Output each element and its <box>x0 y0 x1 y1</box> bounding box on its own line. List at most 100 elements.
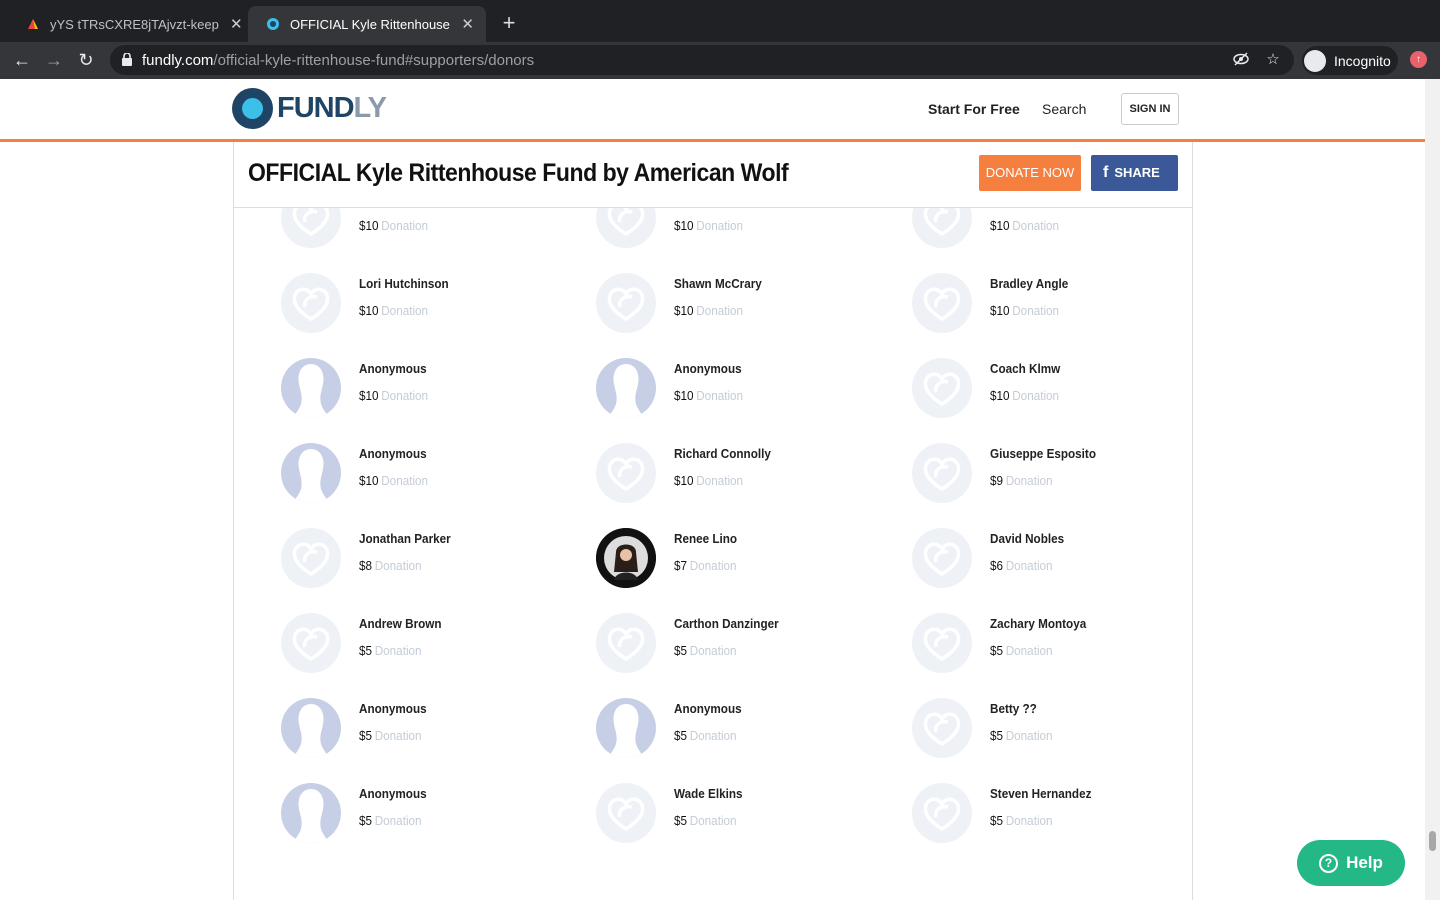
donor-name: Andrew Brown <box>359 616 442 631</box>
donor-name: Giuseppe Esposito <box>990 446 1096 461</box>
bookmark-star-icon[interactable]: ☆ <box>1264 51 1282 69</box>
back-arrow-icon[interactable]: ← <box>11 49 33 71</box>
anonymous-avatar-icon <box>281 783 341 843</box>
incognito-label: Incognito <box>1334 52 1391 69</box>
donor-name: Steven Hernandez <box>990 786 1092 801</box>
donor-name: Jonathan Parker <box>359 531 451 546</box>
donate-now-button[interactable]: DONATE NOW <box>979 155 1081 191</box>
donation-amount: $5 Donation <box>674 728 737 743</box>
donor-name: Anonymous <box>674 361 742 376</box>
address-bar[interactable]: fundly.com/official-kyle-rittenhouse-fun… <box>110 45 1294 75</box>
page-scrollbar[interactable] <box>1425 79 1440 900</box>
donor-name: Betty ?? <box>990 701 1037 716</box>
donation-amount: $7 Donation <box>674 558 737 573</box>
tab-close-icon[interactable]: ✕ <box>461 15 474 33</box>
donor-card: Anonymous $5 Donation <box>281 698 581 778</box>
donor-card: Betty ?? $5 Donation <box>912 698 1192 778</box>
default-heart-avatar-icon <box>281 273 341 333</box>
site-header: FUNDLY Start For Free Search SIGN IN <box>0 79 1425 142</box>
search-link[interactable]: Search <box>1042 101 1086 117</box>
url-text: fundly.com/official-kyle-rittenhouse-fun… <box>142 52 535 69</box>
browser-tab-inactive[interactable]: yYS tTRsCXRE8jTAjvzt-keep | F ✕ <box>8 6 255 42</box>
help-button[interactable]: ? Help <box>1297 840 1405 886</box>
tab-title: OFFICIAL Kyle Rittenhouse Fun <box>290 16 451 32</box>
browser-toolbar: ← → ↻ fundly.com/official-kyle-rittenhou… <box>0 42 1440 79</box>
donation-amount: $10Donation <box>674 388 744 403</box>
donation-amount: $5 Donation <box>990 728 1053 743</box>
browser-tab-active[interactable]: OFFICIAL Kyle Rittenhouse Fun ✕ <box>248 6 486 42</box>
donation-amount: $10Donation <box>674 218 744 233</box>
campaign-bar: OFFICIAL Kyle Rittenhouse Fund by Americ… <box>234 142 1192 208</box>
incognito-indicator[interactable]: Incognito <box>1302 46 1398 75</box>
eye-off-icon[interactable] <box>1232 51 1250 69</box>
default-heart-avatar-icon <box>912 443 972 503</box>
browser-tab-bar: yYS tTRsCXRE8jTAjvzt-keep | F ✕ OFFICIAL… <box>0 0 1440 42</box>
default-heart-avatar-icon <box>912 358 972 418</box>
donation-amount: $10Donation <box>359 473 429 488</box>
donation-amount: $9 Donation <box>990 473 1053 488</box>
tab-title: yYS tTRsCXRE8jTAjvzt-keep | F <box>50 16 220 32</box>
default-heart-avatar-icon <box>281 528 341 588</box>
question-icon: ? <box>1319 853 1339 873</box>
reload-icon[interactable]: ↻ <box>75 49 97 71</box>
campaign-content: $10Donation$10Donation$10DonationCHRIS T… <box>233 142 1193 900</box>
donor-name: Anonymous <box>674 701 742 716</box>
default-heart-avatar-icon <box>596 783 656 843</box>
default-heart-avatar-icon <box>912 698 972 758</box>
donor-card: Giuseppe Esposito $9 Donation <box>912 443 1192 523</box>
forward-arrow-icon[interactable]: → <box>43 49 65 71</box>
anonymous-avatar-icon <box>281 358 341 418</box>
tab-favicon-icon <box>26 17 40 31</box>
donor-name: Coach Klmw <box>990 361 1061 376</box>
donor-card: Anonymous $5 Donation <box>281 783 581 863</box>
donation-amount: $5 Donation <box>990 813 1053 828</box>
donor-name: Shawn McCrary <box>674 276 762 291</box>
anonymous-avatar-icon <box>281 698 341 758</box>
donor-card: Carthon Danzinger $5 Donation <box>596 613 896 693</box>
default-heart-avatar-icon <box>912 613 972 673</box>
donor-card: Coach Klmw $10 Donation <box>912 358 1192 438</box>
default-heart-avatar-icon <box>281 613 341 673</box>
donor-photo <box>596 528 656 588</box>
donor-name: Zachary Montoya <box>990 616 1087 631</box>
donor-card: Anonymous $10 Donation <box>596 358 896 438</box>
donation-amount: $5 Donation <box>359 813 422 828</box>
donation-amount: $10Donation <box>359 388 429 403</box>
new-tab-button[interactable]: + <box>498 10 520 36</box>
donation-amount: $5 Donation <box>674 813 737 828</box>
donor-card: Anonymous $10 Donation <box>281 443 581 523</box>
donor-name: Carthon Danzinger <box>674 616 779 631</box>
anonymous-avatar-icon <box>596 358 656 418</box>
update-icon[interactable]: ↑ <box>1410 51 1427 68</box>
scroll-thumb[interactable] <box>1429 831 1436 851</box>
donor-card: Anonymous $5 Donation <box>596 698 896 778</box>
tab-close-icon[interactable]: ✕ <box>230 15 243 33</box>
incognito-icon <box>1304 49 1326 72</box>
donor-card: David Nobles $6 Donation <box>912 528 1192 608</box>
fundly-favicon-icon <box>266 17 280 31</box>
donor-card: Shawn McCrary $10 Donation <box>596 273 896 353</box>
sign-in-button[interactable]: SIGN IN <box>1121 93 1179 125</box>
donor-name: Richard Connolly <box>674 446 771 461</box>
default-heart-avatar-icon <box>912 783 972 843</box>
donor-card: Wade Elkins $5 Donation <box>596 783 896 863</box>
facebook-share-button[interactable]: f SHARE <box>1091 155 1178 191</box>
donation-amount: $10Donation <box>990 218 1060 233</box>
donor-name: Bradley Angle <box>990 276 1069 291</box>
lock-icon <box>122 52 132 66</box>
fundly-logo[interactable]: FUNDLY <box>232 88 387 129</box>
donation-amount: $5 Donation <box>359 728 422 743</box>
fundly-logo-icon <box>232 88 273 129</box>
default-heart-avatar-icon <box>912 273 972 333</box>
donor-card: Steven Hernandez $5 Donation <box>912 783 1192 863</box>
logo-text: FUNDLY <box>277 92 387 124</box>
default-heart-avatar-icon <box>912 528 972 588</box>
donor-card: Zachary Montoya $5 Donation <box>912 613 1192 693</box>
donor-name: Renee Lino <box>674 531 738 546</box>
anonymous-avatar-icon <box>281 443 341 503</box>
donation-amount: $10Donation <box>674 473 744 488</box>
start-for-free-link[interactable]: Start For Free <box>928 101 1020 117</box>
donor-name: Anonymous <box>359 786 427 801</box>
donation-amount: $8 Donation <box>359 558 422 573</box>
donation-amount: $10Donation <box>359 218 429 233</box>
